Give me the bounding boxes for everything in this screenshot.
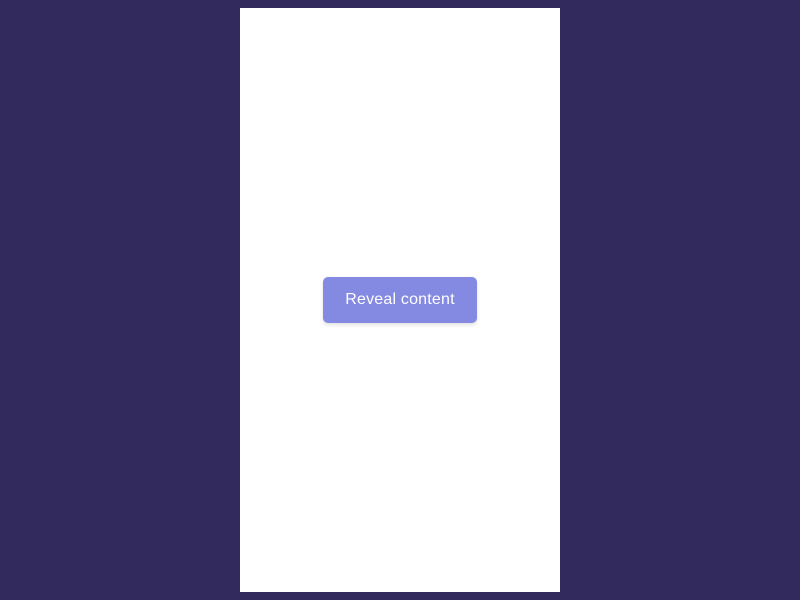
reveal-content-button[interactable]: Reveal content	[323, 277, 477, 323]
content-panel: Reveal content	[240, 8, 560, 592]
